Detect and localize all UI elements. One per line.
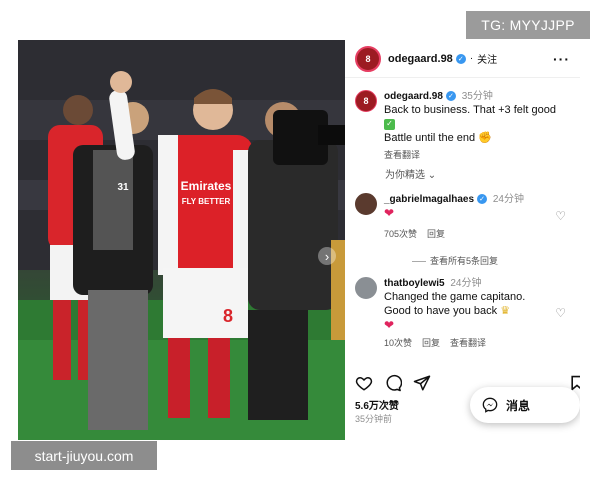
translate-link[interactable]: 查看翻译 — [384, 150, 420, 160]
verified-icon: ✓ — [455, 53, 466, 64]
shirt-sponsor-sub: FLY BETTER — [182, 197, 231, 206]
comment-filter-dropdown[interactable]: 为你精选 ⌄ — [385, 166, 436, 181]
chevron-down-icon: ⌄ — [427, 170, 437, 181]
header-username[interactable]: odegaard.98 — [388, 53, 453, 65]
likes-count[interactable]: 5.6万次赞 — [355, 397, 399, 412]
caption-username[interactable]: odegaard.98 — [384, 91, 443, 102]
follow-button[interactable]: 关注 — [477, 51, 497, 66]
like-heart-icon[interactable] — [355, 374, 373, 392]
comment-time: 24分钟 — [450, 278, 482, 289]
comment-likes[interactable]: 10次赞 — [384, 338, 412, 348]
heart-emoji-icon: ❤ — [384, 318, 395, 332]
caption-text-line1: Back to business. That +3 felt good — [384, 104, 556, 116]
more-options-icon[interactable]: ··· — [553, 51, 570, 67]
caption: 8 odegaard.98 ✓ 35分钟 Back to business. Th… — [355, 90, 575, 161]
reply-button[interactable]: 回复 — [427, 229, 445, 239]
avatar[interactable]: 8 — [355, 45, 381, 72]
heart-emoji-icon: ❤ — [384, 206, 395, 220]
view-replies-link[interactable]: 查看所有5条回复 — [412, 254, 498, 267]
translate-link[interactable]: 查看翻译 — [450, 338, 486, 348]
avatar[interactable] — [355, 193, 377, 215]
caption-text-line2: Battle until the end — [384, 132, 476, 144]
post-photo[interactable]: Emirates FLY BETTER 8 31 › — [18, 40, 345, 440]
comment-bubble-icon[interactable] — [384, 374, 402, 392]
share-send-icon[interactable] — [413, 374, 431, 392]
shirt-sponsor: Emirates — [181, 179, 232, 193]
shorts-number: 8 — [223, 306, 233, 326]
verified-icon: ✓ — [445, 91, 456, 102]
avatar[interactable] — [355, 277, 377, 299]
watermark-tg: TG: MYYJJPP — [466, 11, 590, 39]
comment-text-line1: Changed the game capitano. — [384, 291, 526, 303]
like-comment-icon[interactable]: ♡ — [555, 306, 566, 320]
messages-button[interactable]: 消息 — [470, 387, 580, 423]
chevron-right-icon: › — [324, 248, 330, 264]
comment-time: 24分钟 — [492, 194, 524, 205]
watermark-site: start-jiuyou.com — [11, 441, 157, 470]
messages-label: 消息 — [506, 398, 531, 413]
caption-time: 35分钟 — [461, 91, 493, 102]
comment-likes[interactable]: 705次赞 — [384, 229, 417, 239]
posted-time: 35分钟前 — [355, 414, 393, 424]
comment-username[interactable]: thatboylewi5 — [384, 278, 445, 289]
like-comment-icon[interactable]: ♡ — [555, 209, 566, 223]
bookmark-icon[interactable] — [570, 375, 580, 391]
instagram-post: Emirates FLY BETTER 8 31 › 8 odegaard.98… — [18, 40, 580, 440]
comment-item: thatboylewi5 24分钟 Changed the game capit… — [355, 277, 575, 349]
comment-item: _gabrielmagalhaes ✓ 24分钟 ❤ 705次赞 回复 — [355, 193, 575, 240]
comment-username[interactable]: _gabrielmagalhaes — [384, 194, 474, 205]
avatar[interactable]: 8 — [355, 90, 377, 112]
crown-emoji-icon: ♛ — [500, 305, 511, 317]
verified-icon: ✓ — [477, 194, 488, 205]
reply-button[interactable]: 回复 — [422, 338, 440, 348]
photo-scene: Emirates FLY BETTER 8 31 — [18, 40, 345, 440]
carousel-next-button[interactable]: › — [318, 247, 336, 265]
post-header: 8 odegaard.98 ✓ · 关注 ··· — [345, 40, 580, 78]
messenger-icon — [482, 397, 498, 413]
post-details-pane: 8 odegaard.98 ✓ · 关注 ··· 8 odegaard.98 ✓ … — [345, 40, 580, 440]
check-emoji-icon: ✓ — [384, 118, 395, 130]
fist-emoji-icon: ✊ — [478, 132, 492, 144]
bib-number: 31 — [117, 182, 129, 193]
comment-text-line2: Good to have you back — [384, 305, 498, 317]
